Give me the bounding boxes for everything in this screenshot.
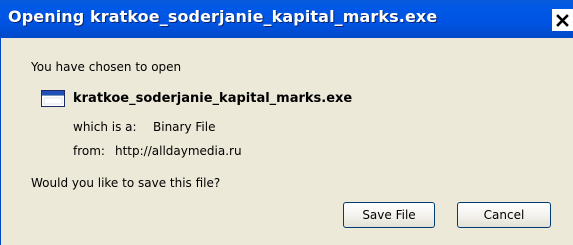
intro-text: You have chosen to open (31, 60, 182, 74)
close-button[interactable] (552, 9, 573, 31)
save-question: Would you like to save this file? (31, 176, 221, 190)
close-icon (556, 13, 569, 27)
download-dialog: Opening kratkoe_soderjanie_kapital_marks… (0, 0, 573, 245)
title-bar[interactable]: Opening kratkoe_soderjanie_kapital_marks… (0, 0, 573, 38)
file-type-label: which is a: (73, 120, 137, 134)
cancel-button[interactable]: Cancel (457, 202, 551, 228)
file-info-row: kratkoe_soderjanie_kapital_marks.exe (41, 90, 352, 107)
dialog-body: You have chosen to open kratkoe_soderjan… (0, 38, 573, 245)
file-name: kratkoe_soderjanie_kapital_marks.exe (73, 91, 353, 106)
dialog-title: Opening kratkoe_soderjanie_kapital_marks… (8, 7, 438, 26)
file-source-value: http://alldaymedia.ru (115, 144, 242, 158)
save-file-button[interactable]: Save File (343, 202, 435, 228)
file-type-value: Binary File (153, 120, 216, 134)
file-source-label: from: (73, 144, 105, 158)
application-window-icon (41, 90, 65, 107)
